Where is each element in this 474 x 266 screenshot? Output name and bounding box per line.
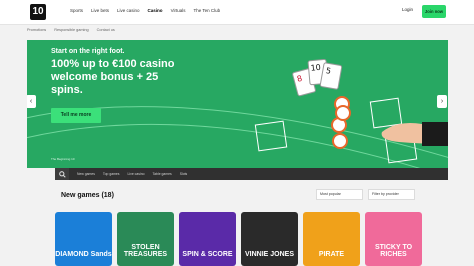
game-tile[interactable]: PIRATE (303, 212, 360, 266)
betting-box (369, 97, 403, 129)
provider-filter-select[interactable]: Filter by provider (368, 189, 415, 200)
hero-headline: 100% up to €100 casino welcome bonus + 2… (51, 58, 175, 96)
nav-virtuals[interactable]: Virtuals (171, 8, 186, 13)
category-tabs: New games Top games Live casino Table ga… (55, 168, 448, 180)
tab-live-casino[interactable]: Live casino (128, 172, 145, 176)
game-title: SPIN & SCORE (182, 251, 233, 258)
game-title: DIAMOND Sands (55, 251, 112, 258)
game-tile[interactable]: DIAMOND Sands (55, 212, 112, 266)
secondary-nav: Promotions Responsible gaming Contact us (27, 28, 115, 32)
chip (332, 133, 348, 149)
hero-kicker: Start on the right foot. (51, 48, 125, 55)
carousel-next-icon[interactable]: › (437, 95, 447, 108)
top-header: 10 Sports Live bets Live casino Casino V… (0, 0, 474, 25)
tell-me-more-button[interactable]: Tell me more (51, 108, 101, 123)
hero-banner: 8 10 5 Start on the right foot. 100% up … (27, 40, 448, 168)
game-tile[interactable]: SPIN & SCORE (179, 212, 236, 266)
search-icon-glyph (58, 170, 66, 178)
nav-live-bets[interactable]: Live bets (91, 8, 109, 13)
dealer-sleeve (422, 122, 448, 146)
subnav-promotions[interactable]: Promotions (27, 28, 46, 32)
games-grid: DIAMOND Sands STOLEN TREASURES SPIN & SC… (55, 212, 422, 266)
login-button[interactable]: Login (402, 7, 413, 12)
carousel-prev-icon[interactable]: ‹ (27, 95, 36, 108)
hero-caption: The Beginning 10 (51, 157, 75, 161)
chip (335, 105, 351, 121)
subnav-responsible-gaming[interactable]: Responsible gaming (54, 28, 88, 32)
brand-logo[interactable]: 10 (30, 4, 46, 20)
search-icon[interactable] (55, 168, 69, 180)
section-title: New games (18) (61, 192, 114, 199)
hero-text-block: Start on the right foot. 100% up to €100… (51, 48, 186, 97)
game-tile[interactable]: STOLEN TREASURES (117, 212, 174, 266)
game-tile[interactable]: STICKY TO RICHES (365, 212, 422, 266)
join-now-button[interactable]: Join now (422, 5, 446, 18)
nav-ten-club[interactable]: The Ten Club (194, 8, 221, 13)
game-title: PIRATE (318, 251, 345, 258)
playing-card: 5 (319, 62, 343, 90)
main-nav: Sports Live bets Live casino Casino Virt… (70, 8, 220, 13)
card-value-10: 10 (310, 63, 321, 73)
game-tile[interactable]: VINNIE JONES (241, 212, 298, 266)
game-title: VINNIE JONES (244, 251, 294, 258)
nav-sports[interactable]: Sports (70, 8, 83, 13)
tab-top-games[interactable]: Top games (103, 172, 120, 176)
tab-new-games[interactable]: New games (77, 172, 95, 176)
nav-live-casino[interactable]: Live casino (117, 8, 140, 13)
sort-select[interactable]: Most popular (316, 189, 363, 200)
nav-casino[interactable]: Casino (148, 8, 163, 13)
tab-table-games[interactable]: Table games (152, 172, 171, 176)
subnav-contact[interactable]: Contact us (97, 28, 115, 32)
tab-slots[interactable]: Slots (180, 172, 188, 176)
game-title: STOLEN TREASURES (123, 244, 168, 258)
game-title: STICKY TO RICHES (374, 244, 413, 258)
